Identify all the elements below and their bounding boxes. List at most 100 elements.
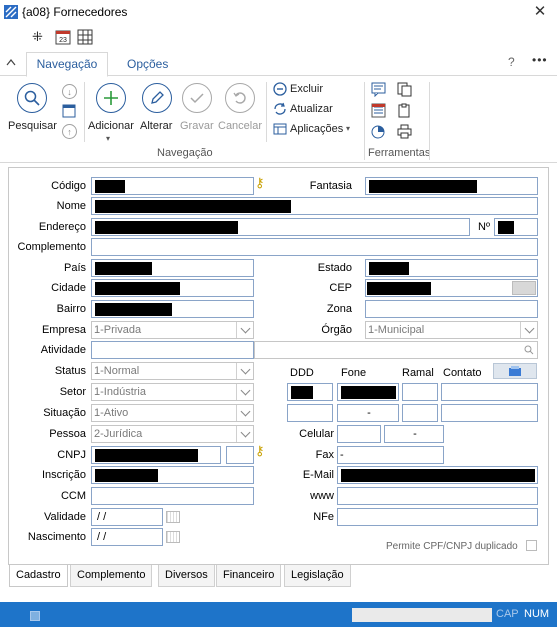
numero-field[interactable] bbox=[494, 218, 538, 236]
calendar-icon[interactable]: 23 bbox=[55, 29, 71, 45]
chart-icon[interactable] bbox=[371, 124, 386, 139]
fax-field[interactable]: - bbox=[337, 446, 444, 464]
email-field[interactable] bbox=[337, 466, 538, 484]
validade-field[interactable]: / / bbox=[91, 508, 163, 526]
status-indicator-icon bbox=[30, 611, 40, 621]
estado-field[interactable] bbox=[365, 259, 538, 277]
atividade-desc-field[interactable] bbox=[254, 341, 538, 359]
close-button[interactable]: ✕ bbox=[528, 2, 552, 22]
tab-cadastro[interactable]: Cadastro bbox=[9, 565, 68, 587]
grid-icon[interactable] bbox=[77, 29, 93, 45]
tab-legislacao[interactable]: Legislação bbox=[284, 565, 351, 587]
adicionar-dropdown-icon[interactable]: ▾ bbox=[106, 134, 110, 143]
tab-opcoes[interactable]: Opções bbox=[127, 52, 168, 76]
paste-icon[interactable] bbox=[397, 103, 412, 118]
gravar-button[interactable]: Gravar bbox=[180, 120, 214, 132]
pais-field[interactable] bbox=[91, 259, 254, 277]
tab-diversos[interactable]: Diversos bbox=[158, 565, 215, 587]
ddd-field-2[interactable] bbox=[287, 404, 333, 422]
nascimento-field[interactable]: / / bbox=[91, 528, 163, 546]
chevron-down-icon[interactable] bbox=[236, 405, 253, 421]
add-icon[interactable] bbox=[96, 83, 126, 113]
refresh-icon[interactable] bbox=[273, 102, 287, 116]
up-arrow-icon[interactable]: ↑ bbox=[62, 124, 77, 139]
cnpj-digit-field[interactable] bbox=[226, 446, 254, 464]
nfe-field[interactable] bbox=[337, 508, 538, 526]
pessoa-select[interactable]: 2-Jurídica bbox=[91, 425, 254, 443]
numero-label: Nº bbox=[478, 221, 490, 233]
situacao-select[interactable]: 1-Ativo bbox=[91, 404, 254, 422]
endereco-field[interactable] bbox=[91, 218, 470, 236]
tab-financeiro[interactable]: Financeiro bbox=[216, 565, 282, 587]
more-options-button[interactable]: ••• bbox=[532, 53, 548, 67]
bairro-field[interactable] bbox=[91, 300, 254, 318]
key-icon: ⚷ bbox=[255, 443, 265, 458]
empresa-select[interactable]: 1-Privada bbox=[91, 321, 254, 339]
orgao-select[interactable]: 1-Municipal bbox=[365, 321, 538, 339]
delete-icon[interactable] bbox=[273, 82, 287, 96]
chevron-down-icon[interactable] bbox=[236, 322, 253, 338]
aplicacoes-dropdown-icon[interactable]: ▾ bbox=[346, 124, 350, 133]
excluir-button[interactable]: Excluir bbox=[290, 83, 323, 95]
status-label: Status bbox=[54, 365, 86, 377]
ramal-field-2[interactable] bbox=[402, 404, 438, 422]
down-arrow-icon[interactable]: ↓ bbox=[62, 84, 77, 99]
adicionar-button[interactable]: Adicionar bbox=[88, 120, 134, 132]
atualizar-button[interactable]: Atualizar bbox=[290, 103, 333, 115]
print-icon[interactable] bbox=[397, 124, 412, 139]
tab-complemento[interactable]: Complemento bbox=[70, 565, 153, 587]
atividade-code-field[interactable] bbox=[91, 341, 254, 359]
pesquisar-button[interactable]: Pesquisar bbox=[8, 120, 57, 132]
nome-field[interactable] bbox=[91, 197, 538, 215]
ddd-field-1[interactable] bbox=[287, 383, 333, 401]
chevron-down-icon[interactable] bbox=[236, 426, 253, 442]
search-icon[interactable] bbox=[524, 345, 534, 355]
cep-lookup-button[interactable] bbox=[512, 281, 536, 295]
pin-icon[interactable]: ⁜ bbox=[32, 29, 48, 45]
cancelar-button[interactable]: Cancelar bbox=[218, 120, 262, 132]
search-icon[interactable] bbox=[17, 83, 47, 113]
calendar-icon[interactable] bbox=[166, 531, 180, 543]
contato-field-2[interactable] bbox=[441, 404, 538, 422]
contato-field-1[interactable] bbox=[441, 383, 538, 401]
fone-field-1[interactable] bbox=[337, 383, 399, 401]
ccm-field[interactable] bbox=[91, 487, 254, 505]
www-field[interactable] bbox=[337, 487, 538, 505]
check-icon[interactable] bbox=[182, 83, 212, 113]
orgao-label: Órgão bbox=[321, 324, 352, 336]
celular-field[interactable]: - bbox=[384, 425, 444, 443]
empresa-value: 1-Privada bbox=[94, 324, 142, 336]
alterar-button[interactable]: Alterar bbox=[140, 120, 172, 132]
codigo-field[interactable] bbox=[91, 177, 254, 195]
calendar-icon[interactable] bbox=[166, 511, 180, 523]
fone-field-2[interactable]: - bbox=[337, 404, 399, 422]
collapse-ribbon-icon[interactable] bbox=[6, 55, 16, 69]
copy-icon[interactable] bbox=[397, 82, 412, 97]
complemento-field[interactable] bbox=[91, 238, 538, 256]
list-icon[interactable] bbox=[371, 103, 386, 118]
fantasia-field[interactable] bbox=[365, 177, 538, 195]
zona-field[interactable] bbox=[365, 300, 538, 318]
setor-select[interactable]: 1-Indústria bbox=[91, 383, 254, 401]
permite-duplicado-checkbox[interactable] bbox=[526, 540, 537, 551]
celular-ddd-field[interactable] bbox=[337, 425, 381, 443]
status-select[interactable]: 1-Normal bbox=[91, 362, 254, 380]
cidade-field[interactable] bbox=[91, 279, 254, 297]
applications-icon[interactable] bbox=[273, 122, 287, 136]
comment-icon[interactable] bbox=[371, 82, 386, 97]
ramal-field-1[interactable] bbox=[402, 383, 438, 401]
chevron-down-icon[interactable] bbox=[520, 322, 537, 338]
chevron-down-icon[interactable] bbox=[236, 363, 253, 379]
tab-navegacao[interactable]: Navegação bbox=[26, 52, 108, 77]
help-button[interactable]: ? bbox=[508, 55, 515, 69]
chevron-down-icon[interactable] bbox=[236, 384, 253, 400]
pais-label: País bbox=[63, 262, 86, 274]
undo-icon[interactable] bbox=[225, 83, 255, 113]
cnpj-field[interactable] bbox=[91, 446, 221, 464]
contato-button[interactable] bbox=[493, 363, 537, 379]
pencil-icon[interactable] bbox=[142, 83, 172, 113]
inscricao-field[interactable] bbox=[91, 466, 254, 484]
form-icon[interactable] bbox=[62, 104, 76, 118]
cep-field[interactable] bbox=[365, 279, 538, 297]
aplicacoes-button[interactable]: Aplicações bbox=[290, 123, 343, 135]
